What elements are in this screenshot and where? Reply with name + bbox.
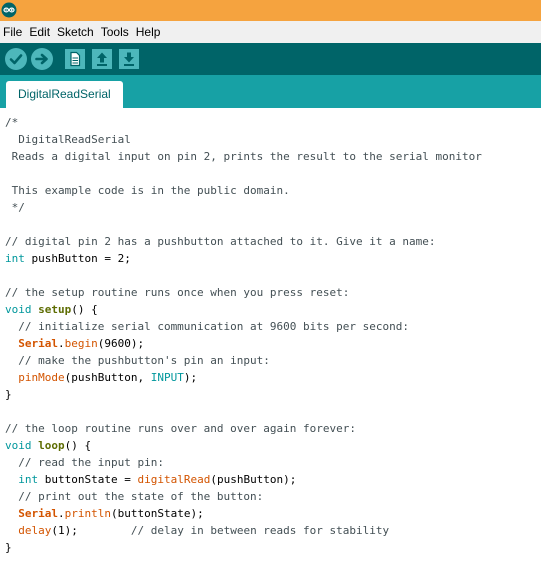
code-token: // initialize serial communication at 96… (5, 320, 409, 333)
code-token: () { (71, 303, 98, 316)
code-line: } (5, 539, 482, 556)
code-line: pinMode(pushButton, INPUT); (5, 369, 482, 386)
code-token: (9600); (97, 337, 145, 350)
tab-bar: DigitalReadSerial (0, 75, 541, 108)
code-token: setup (38, 303, 72, 316)
code-line: // print out the state of the button: (5, 488, 482, 505)
code-token: pinMode (18, 371, 65, 384)
code-token: Reads a digital input on pin 2, prints t… (5, 150, 482, 163)
code-token: /* (5, 116, 19, 129)
code-token: } (5, 541, 12, 554)
verify-button[interactable] (5, 48, 27, 70)
code-token: // delay in between reads for stability (130, 524, 390, 537)
code-token: void (5, 439, 32, 452)
menu-sketch[interactable]: Sketch (54, 21, 98, 43)
code-token: // the setup routine runs once when you … (5, 286, 350, 299)
code-line: // the loop routine runs over and over a… (5, 420, 482, 437)
code-editor[interactable]: /* DigitalReadSerial Reads a digital inp… (0, 108, 541, 583)
code-line: void setup() { (5, 301, 482, 318)
toolbar (0, 43, 541, 75)
code-line: Serial.begin(9600); (5, 335, 482, 352)
code-line: This example code is in the public domai… (5, 182, 482, 199)
menu-help[interactable]: Help (133, 21, 165, 43)
code-line: int buttonState = digitalRead(pushButton… (5, 471, 482, 488)
code-token: INPUT (150, 371, 184, 384)
tab-digitalreadserial[interactable]: DigitalReadSerial (6, 81, 123, 108)
code-token: // print out the state of the button: (5, 490, 264, 503)
code-token: (pushButton); (210, 473, 297, 486)
code-token: // make the pushbutton's pin an input: (5, 354, 270, 367)
code-line: Reads a digital input on pin 2, prints t… (5, 148, 482, 165)
code-token: println (64, 507, 111, 520)
code-token: digitalRead (137, 473, 211, 486)
save-icon (119, 49, 139, 69)
new-icon (65, 49, 85, 69)
code-token: (buttonState); (110, 507, 204, 520)
code-token: } (5, 388, 12, 401)
code-line: // initialize serial communication at 96… (5, 318, 482, 335)
upload-icon (31, 48, 53, 70)
code-token: loop (38, 439, 65, 452)
code-line: int pushButton = 2; (5, 250, 482, 267)
code-token: // the loop routine runs over and over a… (5, 422, 356, 435)
menu-file[interactable]: File (0, 21, 26, 43)
code-token: Serial (18, 507, 58, 520)
code-token: // read the input pin: (5, 456, 164, 469)
code-token: (1); (51, 524, 131, 537)
code-line: // digital pin 2 has a pushbutton attach… (5, 233, 482, 250)
code-line: // read the input pin: (5, 454, 482, 471)
code-token: int (5, 252, 25, 265)
menu-bar: File Edit Sketch Tools Help (0, 21, 541, 44)
save-button[interactable] (118, 48, 140, 70)
arduino-logo-icon[interactable] (1, 2, 17, 18)
code-token: Serial (18, 337, 58, 350)
menu-tools[interactable]: Tools (98, 21, 133, 43)
open-icon (92, 49, 112, 69)
code-token: // digital pin 2 has a pushbutton attach… (5, 235, 436, 248)
code-token: */ (5, 201, 25, 214)
code-token: void (5, 303, 32, 316)
code-token: begin (64, 337, 98, 350)
code-line: */ (5, 199, 482, 216)
code-line: } (5, 386, 482, 403)
code-token: . (58, 507, 65, 520)
upload-button[interactable] (31, 48, 53, 70)
code-line: // make the pushbutton's pin an input: (5, 352, 482, 369)
code-line: /* (5, 114, 482, 131)
code-token: pushButton = 2; (24, 252, 131, 265)
code-line: Serial.println(buttonState); (5, 505, 482, 522)
code-text: /* DigitalReadSerial Reads a digital inp… (5, 114, 482, 556)
code-line: delay(1); // delay in between reads for … (5, 522, 482, 539)
code-token: buttonState = (38, 473, 138, 486)
code-token: ); (183, 371, 198, 384)
code-line: void loop() { (5, 437, 482, 454)
code-token: () { (64, 439, 92, 452)
code-line: // the setup routine runs once when you … (5, 284, 482, 301)
code-token: DigitalReadSerial (5, 133, 131, 146)
new-button[interactable] (64, 48, 86, 70)
menu-edit[interactable]: Edit (26, 21, 54, 43)
code-token: (pushButton, (64, 371, 151, 384)
code-token: . (58, 337, 65, 350)
code-token: delay (18, 524, 52, 537)
code-line: DigitalReadSerial (5, 131, 482, 148)
title-bar (0, 0, 541, 21)
verify-icon (5, 48, 27, 70)
code-token: This example code is in the public domai… (5, 184, 290, 197)
code-token: int (18, 473, 39, 486)
open-button[interactable] (91, 48, 113, 70)
